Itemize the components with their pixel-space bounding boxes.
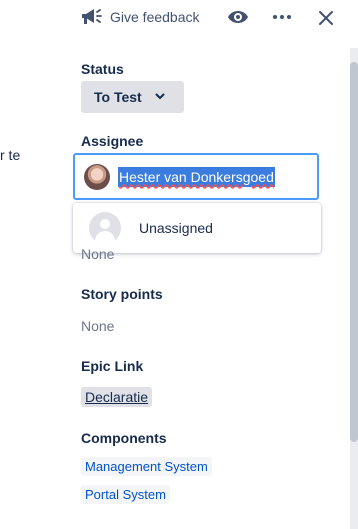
components-label: Components: [81, 430, 167, 446]
status-label: Status: [81, 61, 124, 77]
megaphone-icon: [80, 7, 102, 28]
give-feedback-label: Give feedback: [110, 9, 200, 25]
dropdown-option-unassigned[interactable]: Unassigned: [139, 220, 213, 236]
more-icon[interactable]: [271, 8, 293, 31]
assignee-input[interactable]: Hester van Donkersgoed: [73, 153, 319, 200]
eye-icon[interactable]: [226, 8, 250, 31]
story-points-value[interactable]: None: [81, 318, 114, 334]
epic-link-label: Epic Link: [81, 358, 144, 374]
chevron-down-icon: [154, 89, 166, 105]
close-icon[interactable]: [316, 8, 336, 33]
status-value: To Test: [94, 89, 142, 105]
issue-toolbar: Give feedback: [0, 0, 358, 34]
assignee-label: Assignee: [81, 133, 144, 149]
epic-link-tag[interactable]: Declaratie: [81, 387, 153, 407]
hidden-field-value: None: [81, 246, 115, 262]
assignee-input-value[interactable]: Hester van Donkersgoed: [118, 166, 275, 187]
left-partial-text: r te: [0, 147, 21, 163]
unassigned-avatar-icon: [89, 212, 121, 244]
avatar: [84, 163, 110, 190]
status-button[interactable]: To Test: [81, 81, 184, 113]
scrollbar-thumb[interactable]: [350, 62, 358, 442]
component-tag[interactable]: Management System: [81, 457, 212, 476]
story-points-label: Story points: [81, 286, 163, 302]
component-tag[interactable]: Portal System: [81, 485, 170, 504]
give-feedback-button[interactable]: Give feedback: [80, 6, 200, 28]
